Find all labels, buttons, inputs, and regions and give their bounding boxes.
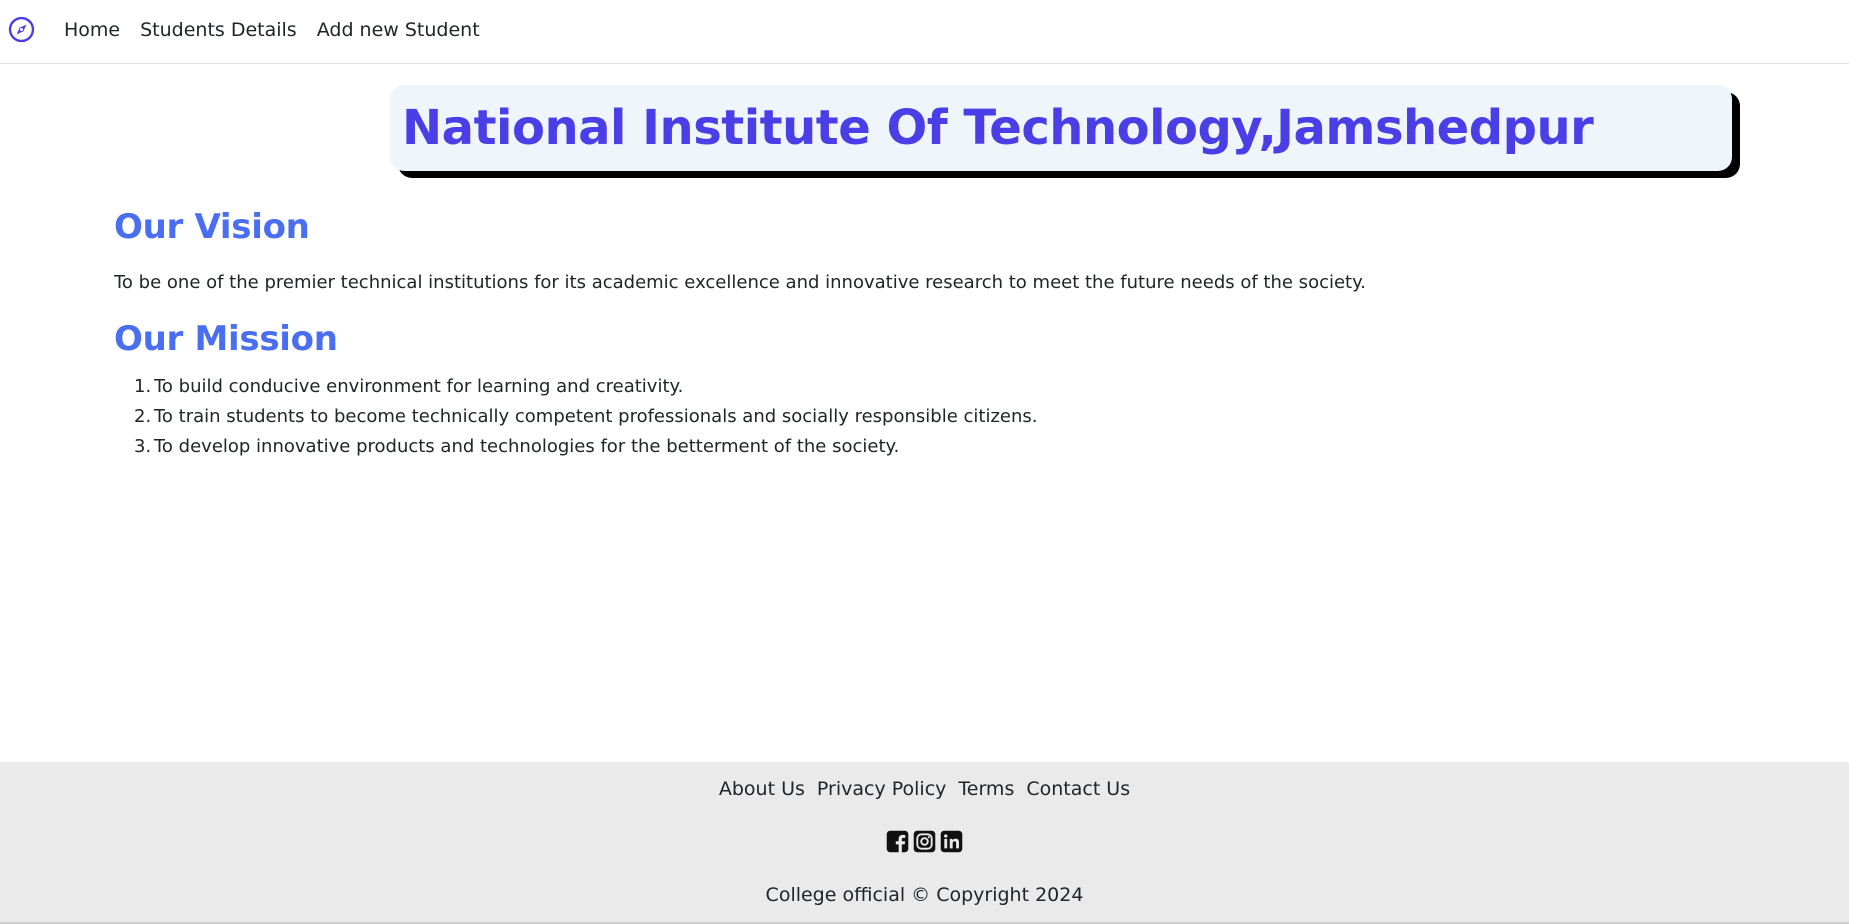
mission-item-text: To train students to become technically … (154, 406, 1038, 427)
compass-icon[interactable] (8, 16, 35, 43)
mission-item: 2. To train students to become technicall… (114, 402, 1037, 432)
mission-item-number: 2. (134, 406, 152, 427)
mission-item: 3. To develop innovative products and tec… (114, 432, 1037, 462)
copyright-text: College official © Copyright 2024 (765, 884, 1084, 906)
footer: About Us Privacy Policy Terms Contact Us (0, 762, 1849, 924)
vision-heading: Our Vision (114, 207, 310, 247)
footer-links: About Us Privacy Policy Terms Contact Us (0, 778, 1849, 800)
page: Home Students Details Add new Student Na… (0, 0, 1849, 924)
title-banner: National Institute Of Technology,Jamshed… (390, 85, 1732, 171)
page-title: National Institute Of Technology,Jamshed… (402, 100, 1594, 156)
mission-item-number: 1. (134, 376, 152, 397)
navbar: Home Students Details Add new Student (0, 0, 1849, 64)
instagram-icon[interactable] (913, 830, 936, 853)
mission-heading: Our Mission (114, 319, 338, 359)
mission-item-text: To build conducive environment for learn… (154, 376, 684, 397)
social-icons (0, 830, 1849, 853)
footer-link-privacy-policy[interactable]: Privacy Policy (817, 778, 946, 800)
nav-link-home[interactable]: Home (64, 19, 120, 41)
nav-link-add-new-student[interactable]: Add new Student (317, 19, 480, 41)
footer-link-contact-us[interactable]: Contact Us (1026, 778, 1130, 800)
mission-item-text: To develop innovative products and techn… (154, 436, 900, 457)
mission-item-number: 3. (134, 436, 152, 457)
footer-link-terms[interactable]: Terms (958, 778, 1014, 800)
mission-item: 1. To build conducive environment for lea… (114, 372, 1037, 402)
nav-links: Home Students Details Add new Student (64, 0, 500, 60)
footer-link-about-us[interactable]: About Us (719, 778, 805, 800)
nav-link-students-details[interactable]: Students Details (140, 19, 297, 41)
vision-text: To be one of the premier technical insti… (114, 272, 1366, 293)
mission-list: 1. To build conducive environment for lea… (114, 372, 1037, 462)
linkedin-icon[interactable] (940, 830, 963, 853)
facebook-icon[interactable] (886, 830, 909, 853)
